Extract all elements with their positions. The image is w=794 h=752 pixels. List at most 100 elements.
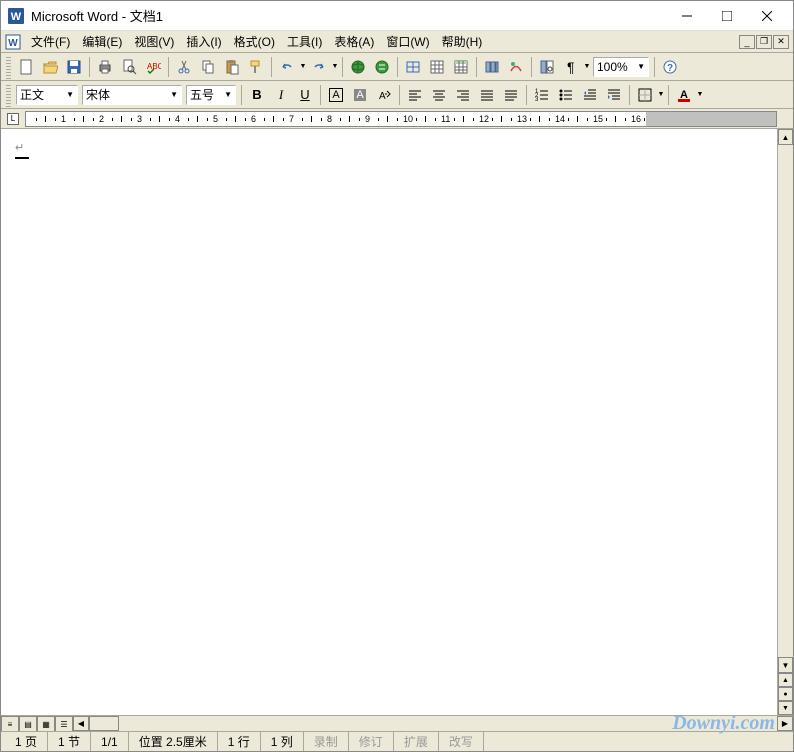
zoom-combo[interactable]: 100% ▼ bbox=[593, 57, 649, 77]
scroll-down-button[interactable]: ▼ bbox=[778, 657, 793, 673]
undo-dropdown[interactable]: ▼ bbox=[299, 63, 307, 70]
align-right-button[interactable] bbox=[452, 84, 474, 106]
scroll-right-button[interactable]: ▶ bbox=[777, 716, 793, 731]
copy-button[interactable] bbox=[197, 56, 219, 78]
prev-page-button[interactable]: ▲ bbox=[778, 673, 793, 687]
minimize-button[interactable] bbox=[667, 1, 707, 31]
svg-text:W: W bbox=[8, 38, 18, 49]
toolbar-grip[interactable] bbox=[6, 55, 11, 79]
vscroll-track[interactable] bbox=[778, 145, 793, 657]
mdi-minimize-button[interactable]: _ bbox=[739, 35, 755, 49]
formatting-toolbar: 正文 ▼ 宋体 ▼ 五号 ▼ B I U A A A 123 ▼ A bbox=[1, 81, 793, 109]
numbering-button[interactable]: 123 bbox=[531, 84, 553, 106]
scroll-up-button[interactable]: ▲ bbox=[778, 129, 793, 145]
menu-tools[interactable]: 工具(I) bbox=[281, 33, 328, 50]
normal-view-button[interactable]: ≡ bbox=[1, 716, 19, 732]
insert-table-button[interactable] bbox=[426, 56, 448, 78]
format-painter-button[interactable] bbox=[245, 56, 267, 78]
redo-button[interactable] bbox=[308, 56, 330, 78]
new-doc-button[interactable] bbox=[15, 56, 37, 78]
open-button[interactable] bbox=[39, 56, 61, 78]
print-preview-button[interactable] bbox=[118, 56, 140, 78]
paste-button[interactable] bbox=[221, 56, 243, 78]
view-scroll-bar: ≡ ▤ ▦ ☰ ◀ ▶ bbox=[1, 715, 793, 731]
redo-dropdown[interactable]: ▼ bbox=[331, 63, 339, 70]
increase-indent-button[interactable] bbox=[603, 84, 625, 106]
cut-button[interactable] bbox=[173, 56, 195, 78]
print-layout-view-button[interactable]: ▦ bbox=[37, 716, 55, 732]
undo-button[interactable] bbox=[276, 56, 298, 78]
maximize-button[interactable] bbox=[707, 1, 747, 31]
menu-help[interactable]: 帮助(H) bbox=[436, 33, 489, 50]
status-rev[interactable]: 修订 bbox=[349, 732, 394, 751]
excel-button[interactable] bbox=[450, 56, 472, 78]
menu-view[interactable]: 视图(V) bbox=[128, 33, 180, 50]
browse-object-button[interactable]: ● bbox=[778, 687, 793, 701]
status-rec[interactable]: 录制 bbox=[304, 732, 349, 751]
font-color-button[interactable]: A bbox=[673, 84, 695, 106]
status-ext[interactable]: 扩展 bbox=[394, 732, 439, 751]
font-combo[interactable]: 宋体 ▼ bbox=[82, 85, 182, 105]
font-size-combo[interactable]: 五号 ▼ bbox=[186, 85, 236, 105]
decrease-indent-button[interactable] bbox=[579, 84, 601, 106]
print-button[interactable] bbox=[94, 56, 116, 78]
outline-view-button[interactable]: ☰ bbox=[55, 716, 73, 732]
web-toolbar-button[interactable] bbox=[371, 56, 393, 78]
italic-button[interactable]: I bbox=[270, 84, 292, 106]
style-combo[interactable]: 正文 ▼ bbox=[16, 85, 78, 105]
hscroll-track[interactable] bbox=[89, 716, 777, 731]
char-shading-button[interactable]: A bbox=[349, 84, 371, 106]
menu-edit[interactable]: 编辑(E) bbox=[76, 33, 128, 50]
align-left-button[interactable] bbox=[404, 84, 426, 106]
toolbar-grip[interactable] bbox=[6, 83, 11, 107]
status-line: 1 行 bbox=[218, 732, 261, 751]
next-page-button[interactable]: ▼ bbox=[778, 701, 793, 715]
vertical-scrollbar[interactable]: ▲ ▼ ▲ ● ▼ bbox=[777, 129, 793, 715]
status-pages: 1/1 bbox=[91, 732, 129, 751]
status-page: 1 页 bbox=[5, 732, 48, 751]
word-app-icon: W bbox=[7, 7, 25, 25]
align-justify-button[interactable] bbox=[476, 84, 498, 106]
underline-button[interactable]: U bbox=[294, 84, 316, 106]
status-ovr[interactable]: 改写 bbox=[439, 732, 484, 751]
char-scaling-button[interactable]: A bbox=[373, 84, 395, 106]
borders-dropdown[interactable]: ▼ bbox=[657, 91, 665, 98]
menu-table[interactable]: 表格(A) bbox=[328, 33, 380, 50]
bold-button[interactable]: B bbox=[246, 84, 268, 106]
document-area[interactable]: ↵ bbox=[1, 129, 777, 715]
scroll-left-button[interactable]: ◀ bbox=[73, 716, 89, 731]
show-hide-button[interactable]: ¶ bbox=[560, 56, 582, 78]
borders-button[interactable] bbox=[634, 84, 656, 106]
show-hide-dropdown[interactable]: ▼ bbox=[583, 63, 591, 70]
font-size-value: 五号 bbox=[190, 86, 214, 103]
web-layout-view-button[interactable]: ▤ bbox=[19, 716, 37, 732]
menu-insert[interactable]: 插入(I) bbox=[180, 33, 227, 50]
align-center-button[interactable] bbox=[428, 84, 450, 106]
menu-file[interactable]: 文件(F) bbox=[25, 33, 76, 50]
menu-format[interactable]: 格式(O) bbox=[228, 33, 281, 50]
close-button[interactable] bbox=[747, 1, 787, 31]
mdi-close-button[interactable]: ✕ bbox=[773, 35, 789, 49]
tab-selector[interactable]: L bbox=[7, 113, 19, 125]
char-border-button[interactable]: A bbox=[325, 84, 347, 106]
bullets-button[interactable] bbox=[555, 84, 577, 106]
ruler-area: L 1234567891011121314151617 bbox=[1, 109, 793, 129]
help-button[interactable]: ? bbox=[659, 56, 681, 78]
hyperlink-button[interactable] bbox=[347, 56, 369, 78]
hscroll-thumb[interactable] bbox=[89, 716, 119, 731]
horizontal-ruler[interactable]: 1234567891011121314151617 bbox=[25, 111, 777, 127]
doc-map-button[interactable] bbox=[536, 56, 558, 78]
align-distribute-button[interactable] bbox=[500, 84, 522, 106]
horizontal-scrollbar[interactable]: ◀ ▶ bbox=[73, 716, 793, 731]
doc-control-icon[interactable]: W bbox=[5, 34, 21, 50]
status-position: 位置 2.5厘米 bbox=[129, 732, 218, 751]
spellcheck-button[interactable]: ABC bbox=[142, 56, 164, 78]
save-button[interactable] bbox=[63, 56, 85, 78]
font-color-dropdown[interactable]: ▼ bbox=[696, 91, 704, 98]
columns-button[interactable] bbox=[481, 56, 503, 78]
zoom-value: 100% bbox=[597, 60, 628, 74]
drawing-button[interactable] bbox=[505, 56, 527, 78]
menu-window[interactable]: 窗口(W) bbox=[380, 33, 435, 50]
tables-borders-button[interactable] bbox=[402, 56, 424, 78]
mdi-restore-button[interactable]: ❐ bbox=[756, 35, 772, 49]
